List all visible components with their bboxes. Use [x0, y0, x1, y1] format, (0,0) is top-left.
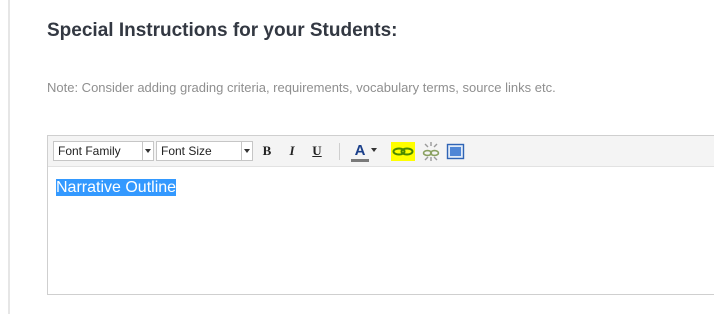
bold-icon: B [262, 143, 272, 158]
italic-button[interactable]: I [286, 142, 298, 160]
bold-button[interactable]: B [260, 142, 274, 160]
insert-link-icon [392, 147, 414, 156]
unlink-icon [422, 142, 440, 161]
left-divider [8, 0, 10, 314]
text-color-icon: A [354, 142, 366, 159]
underline-icon: U [312, 143, 322, 158]
font-family-select[interactable]: Font Family [53, 141, 143, 161]
insert-media-button[interactable] [446, 142, 465, 161]
font-family-dropdown-arrow[interactable] [143, 141, 154, 161]
text-color-button[interactable]: A [350, 142, 370, 162]
text-color-swatch [351, 159, 369, 162]
underline-button[interactable]: U [310, 142, 324, 160]
unlink-button[interactable] [421, 141, 441, 162]
rich-text-editor: Font Family Font Size B I U A Narrative … [47, 135, 714, 295]
editor-toolbar: Font Family Font Size B I U A [48, 136, 714, 167]
italic-icon: I [289, 143, 295, 158]
toolbar-separator [339, 143, 340, 160]
font-size-dropdown-arrow[interactable] [242, 141, 253, 161]
editor-content-area[interactable]: Narrative Outline [56, 178, 177, 197]
assignment-instructions-panel: Special Instructions for your Students: … [0, 0, 714, 314]
insert-media-icon [446, 143, 465, 160]
insert-link-button[interactable] [391, 142, 415, 161]
selected-text[interactable]: Narrative Outline [56, 179, 177, 196]
text-color-dropdown-arrow[interactable] [371, 148, 377, 152]
font-size-select[interactable]: Font Size [156, 141, 242, 161]
section-heading: Special Instructions for your Students: [47, 20, 398, 41]
instructions-note: Note: Consider adding grading criteria, … [47, 80, 556, 95]
